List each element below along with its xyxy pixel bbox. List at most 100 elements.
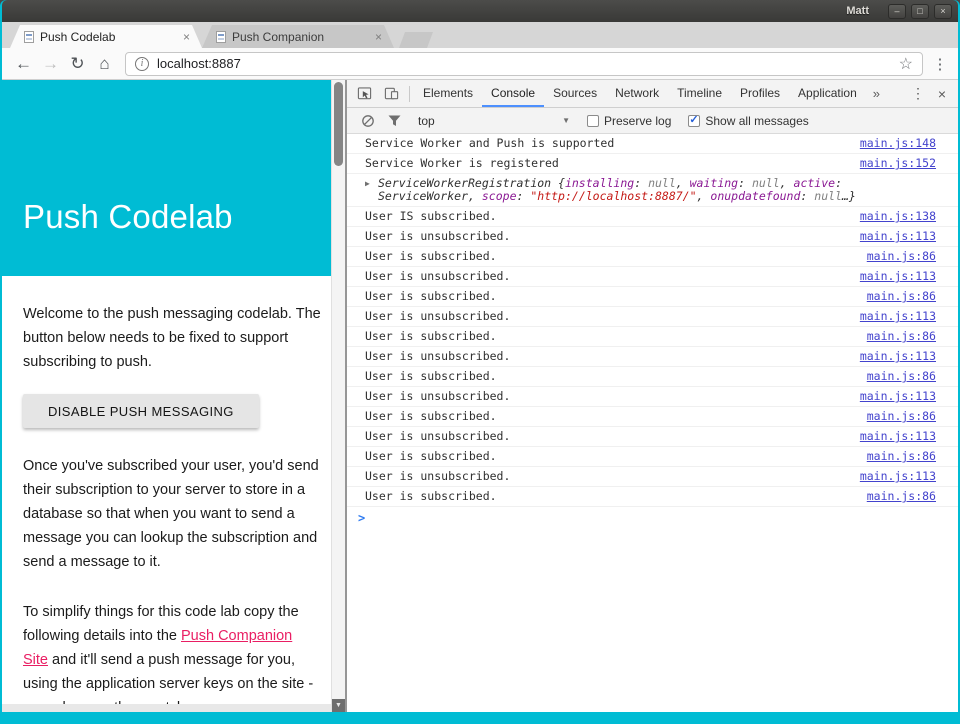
preserve-log-checkbox[interactable] [587, 115, 599, 127]
console-message-text: User is subscribed. [365, 290, 855, 303]
body-paragraph-2: To simplify things for this code lab cop… [23, 600, 321, 712]
console-source-link[interactable]: main.js:86 [867, 450, 936, 463]
browser-toolbar: ← → ↻ ⌂ i localhost:8887 ☆ ⋮ [2, 48, 958, 80]
console-source-link[interactable]: main.js:86 [867, 410, 936, 423]
filter-icon[interactable] [381, 109, 408, 133]
execution-context-selector[interactable]: top ▼ [418, 114, 570, 128]
device-toolbar-icon[interactable] [378, 82, 405, 106]
tab-close-icon[interactable]: × [183, 30, 190, 44]
browser-tab-push-codelab[interactable]: Push Codelab× [10, 25, 202, 48]
window-titlebar: Matt – □ × [2, 0, 958, 22]
devtools-tab-elements[interactable]: Elements [414, 80, 482, 107]
forward-button[interactable]: → [37, 51, 64, 77]
show-all-messages-checkbox[interactable] [688, 115, 700, 127]
tab-favicon [216, 31, 226, 43]
devtools-panel: ElementsConsoleSourcesNetworkTimelinePro… [347, 80, 958, 712]
context-selector-value: top [418, 114, 435, 128]
console-source-link[interactable]: main.js:86 [867, 370, 936, 383]
console-toolbar: top ▼ Preserve log Show all messages [347, 108, 958, 134]
devtools-tab-timeline[interactable]: Timeline [668, 80, 731, 107]
console-message-text: User IS subscribed. [365, 210, 848, 223]
devtools-tab-sources[interactable]: Sources [544, 80, 606, 107]
expand-triangle-icon[interactable]: ▶ [365, 177, 378, 190]
devtools-menu-icon[interactable]: ⋮ [906, 85, 930, 102]
scrollbar-thumb[interactable] [334, 82, 343, 166]
show-all-messages-label: Show all messages [705, 114, 808, 128]
console-source-link[interactable]: main.js:148 [860, 137, 936, 150]
devtools-tab-profiles[interactable]: Profiles [731, 80, 789, 107]
console-source-link[interactable]: main.js:113 [860, 470, 936, 483]
console-message-text: User is subscribed. [365, 250, 855, 263]
console-message: User is subscribed. main.js:86 [347, 407, 958, 427]
console-message: User is unsubscribed. main.js:113 [347, 467, 958, 487]
devtools-tabbar: ElementsConsoleSourcesNetworkTimelinePro… [347, 80, 958, 108]
paragraph-text: and it'll send a push message for you, u… [23, 652, 313, 712]
console-message: User is unsubscribed.main.js:113 [347, 307, 958, 327]
console-source-link[interactable]: main.js:86 [867, 290, 936, 303]
page-viewport: Push Codelab Welcome to the push messagi… [2, 80, 345, 712]
console-message-text: User is subscribed. [365, 410, 855, 423]
window-maximize-button[interactable]: □ [911, 4, 929, 19]
preserve-log-label: Preserve log [604, 114, 671, 128]
intro-paragraph: Welcome to the push messaging codelab. T… [23, 302, 321, 374]
preserve-log-toggle[interactable]: Preserve log [587, 114, 671, 128]
console-source-link[interactable]: main.js:113 [860, 310, 936, 323]
console-source-link[interactable]: main.js:113 [860, 270, 936, 283]
disable-push-messaging-button[interactable]: DISABLE PUSH MESSAGING [23, 394, 259, 428]
url-text: localhost:8887 [157, 56, 899, 71]
show-all-messages-toggle[interactable]: Show all messages [688, 114, 808, 128]
window-close-button[interactable]: × [934, 4, 952, 19]
console-prompt[interactable]: > [347, 507, 958, 529]
console-message-list: Service Worker and Push is supportedmain… [347, 134, 958, 507]
console-source-link[interactable]: main.js:152 [860, 157, 936, 170]
console-message: User is unsubscribed.main.js:113 [347, 267, 958, 287]
prompt-chevron-icon: > [358, 511, 365, 525]
page-scrollbar[interactable]: ▼ [331, 80, 345, 712]
reload-button[interactable]: ↻ [64, 51, 91, 77]
browser-menu-icon[interactable]: ⋮ [930, 55, 950, 73]
console-output[interactable]: Service Worker and Push is supportedmain… [347, 134, 958, 712]
back-button[interactable]: ← [10, 51, 37, 77]
scrollbar-down-button[interactable]: ▼ [332, 699, 345, 712]
console-source-link[interactable]: main.js:113 [860, 350, 936, 363]
console-source-link[interactable]: main.js:113 [860, 390, 936, 403]
inspect-element-icon[interactable] [351, 82, 378, 106]
console-source-link[interactable]: main.js:113 [860, 230, 936, 243]
window-minimize-button[interactable]: – [888, 4, 906, 19]
devtools-tab-network[interactable]: Network [606, 80, 668, 107]
console-source-link[interactable]: main.js:113 [860, 430, 936, 443]
console-message: User is subscribed. main.js:86 [347, 327, 958, 347]
page-content: Push Codelab Welcome to the push messagi… [2, 80, 331, 712]
page-info-icon[interactable]: i [135, 57, 149, 71]
console-source-link[interactable]: main.js:86 [867, 250, 936, 263]
more-panels-icon[interactable]: » [866, 86, 887, 101]
browser-tab-push-companion[interactable]: Push Companion× [202, 25, 394, 48]
console-message: User is subscribed.main.js:86 [347, 447, 958, 467]
console-message-text: User is unsubscribed. [365, 470, 848, 483]
console-message-text: User is subscribed. [365, 370, 855, 383]
console-message: User is subscribed. main.js:86 [347, 367, 958, 387]
bookmark-star-icon[interactable]: ☆ [899, 54, 913, 74]
devtools-tabs: ElementsConsoleSourcesNetworkTimelinePro… [414, 80, 866, 107]
devtools-tab-application[interactable]: Application [789, 80, 866, 107]
console-message-text: User is unsubscribed. [365, 230, 848, 243]
tab-strip-tabs: Push Codelab×Push Companion× [10, 25, 394, 48]
tab-favicon [24, 31, 34, 43]
clear-console-icon[interactable] [354, 109, 381, 133]
console-source-link[interactable]: main.js:86 [867, 490, 936, 503]
tab-close-icon[interactable]: × [375, 30, 382, 44]
devtools-tab-console[interactable]: Console [482, 80, 544, 107]
console-message-text: User is subscribed. [365, 330, 855, 343]
console-source-link[interactable]: main.js:138 [860, 210, 936, 223]
tab-strip: Push Codelab×Push Companion× [2, 22, 958, 48]
new-tab-button[interactable] [399, 32, 433, 48]
home-button[interactable]: ⌂ [91, 51, 118, 77]
console-message: User IS subscribed. main.js:138 [347, 207, 958, 227]
address-bar[interactable]: i localhost:8887 ☆ [125, 52, 923, 76]
devtools-close-icon[interactable]: × [930, 86, 954, 102]
console-message-text: User is subscribed. [365, 490, 855, 503]
console-source-link[interactable]: main.js:86 [867, 330, 936, 343]
console-message: User is subscribed. main.js:86 [347, 247, 958, 267]
browser-chrome: Push Codelab×Push Companion× ← → ↻ ⌂ i l… [2, 22, 958, 712]
console-message: User is unsubscribed.main.js:113 [347, 387, 958, 407]
